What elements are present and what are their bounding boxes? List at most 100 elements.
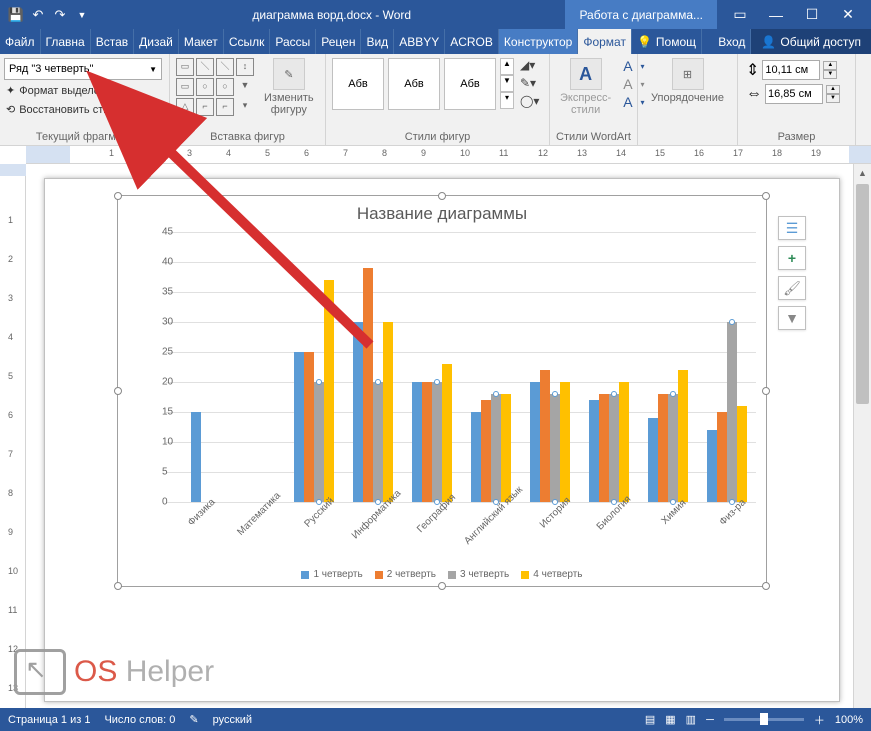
scroll-up-icon[interactable]: ▲ <box>854 164 871 182</box>
login-button[interactable]: Вход <box>713 29 751 54</box>
chart-filter-icon[interactable]: ▼ <box>778 306 806 330</box>
gallery-down-icon[interactable]: ▼ <box>500 75 514 92</box>
scroll-thumb[interactable] <box>856 184 869 404</box>
word-count[interactable]: Число слов: 0 <box>104 714 175 726</box>
horizontal-ruler[interactable]: 12345678910111213141516171819 <box>26 146 871 164</box>
resize-handle[interactable] <box>762 192 770 200</box>
resize-handle[interactable] <box>114 192 122 200</box>
share-icon: 👤 <box>761 35 776 49</box>
tab-format[interactable]: Формат <box>578 29 632 54</box>
format-icon: ✦ <box>6 84 15 97</box>
tell-me[interactable]: 💡Помощ <box>632 29 702 54</box>
selection-combo[interactable]: Ряд "3 четверть"▼ <box>4 58 162 80</box>
reset-style-button[interactable]: ⟲Восстановить стиль <box>4 101 162 118</box>
qat-menu-icon[interactable]: ▼ <box>74 7 90 23</box>
zoom-in-icon[interactable]: ＋ <box>814 712 825 728</box>
width-icon: ⇔ <box>746 85 762 103</box>
share-button[interactable]: 👤Общий доступ <box>751 29 871 54</box>
web-layout-icon[interactable]: ▥ <box>686 713 696 726</box>
minimize-icon[interactable]: — <box>759 0 793 29</box>
group-label-shapes: Вставка фигур <box>174 129 321 145</box>
watermark: OS Helper <box>14 649 214 695</box>
zoom-out-icon[interactable]: ─ <box>706 714 714 726</box>
cursor-icon <box>14 649 66 695</box>
tab-insert[interactable]: Встав <box>91 29 134 54</box>
page-indicator[interactable]: Страница 1 из 1 <box>8 714 90 726</box>
tab-constructor[interactable]: Конструктор <box>499 29 578 54</box>
resize-handle[interactable] <box>114 582 122 590</box>
chart-styles-icon[interactable]: 🖌 <box>778 276 806 300</box>
resize-handle[interactable] <box>438 192 446 200</box>
chart-plot-area[interactable]: 051015202530354045ФизикаМатематикаРусски… <box>148 232 756 502</box>
tab-design[interactable]: Дизай <box>134 29 179 54</box>
save-icon[interactable]: 💾 <box>8 7 24 23</box>
style-preset-3[interactable]: Абв <box>444 58 496 110</box>
shape-gallery[interactable]: ▭＼＼↕ ▭○○▼ △⌐⌐▾ <box>176 58 254 116</box>
document-title: диаграмма ворд.docx - Word <box>98 8 565 22</box>
arrange-button[interactable]: ⊞ Упорядочение <box>645 56 730 106</box>
zoom-slider[interactable] <box>724 718 804 721</box>
read-mode-icon[interactable]: ▤ <box>645 713 655 726</box>
group-label-wordart: Стили WordArt <box>554 129 633 145</box>
language-indicator[interactable]: русский <box>213 714 252 726</box>
tab-review[interactable]: Рецен <box>316 29 361 54</box>
shape-effects-icon[interactable]: ◯▾ <box>520 94 539 108</box>
redo-icon[interactable]: ↷ <box>52 7 68 23</box>
group-label-size: Размер <box>742 129 851 145</box>
maximize-icon[interactable]: ☐ <box>795 0 829 29</box>
chart-layout-icon[interactable]: ☰ <box>778 216 806 240</box>
shape-fill-icon[interactable]: ◢▾ <box>520 58 539 72</box>
tab-abbyy[interactable]: ABBYY <box>394 29 445 54</box>
ribbon-tabs: Файл Главна Встав Дизай Макет Ссылк Расс… <box>0 29 871 54</box>
resize-handle[interactable] <box>438 582 446 590</box>
gallery-up-icon[interactable]: ▲ <box>500 58 514 75</box>
proofing-icon[interactable]: ✎ <box>189 713 198 726</box>
quick-styles-button[interactable]: A Экспресс-стили <box>554 56 617 118</box>
chart-tools-tab-header: Работа с диаграмма... <box>565 0 717 29</box>
style-preset-1[interactable]: Абв <box>332 58 384 110</box>
tab-file[interactable]: Файл <box>0 29 41 54</box>
arrange-icon: ⊞ <box>672 58 704 90</box>
page: Название диаграммы 051015202530354045Физ… <box>44 178 840 702</box>
change-shape-button[interactable]: ✎ Изменитьфигуру <box>258 56 320 118</box>
print-layout-icon[interactable]: ▦ <box>665 713 675 726</box>
status-bar: Страница 1 из 1 Число слов: 0 ✎ русский … <box>0 708 871 731</box>
group-label-selection: Текущий фрагмент <box>4 129 165 145</box>
tab-references[interactable]: Ссылк <box>224 29 271 54</box>
tab-layout[interactable]: Макет <box>179 29 224 54</box>
undo-icon[interactable]: ↶ <box>30 7 46 23</box>
close-icon[interactable]: ✕ <box>831 0 865 29</box>
gallery-more-icon[interactable]: ▾ <box>500 92 514 109</box>
title-bar: 💾 ↶ ↷ ▼ диаграмма ворд.docx - Word Работ… <box>0 0 871 29</box>
vertical-scrollbar[interactable]: ▲ <box>853 164 871 708</box>
ribbon: Ряд "3 четверть"▼ ✦Формат выделенного ⟲В… <box>0 54 871 146</box>
resize-handle[interactable] <box>762 387 770 395</box>
chart-object[interactable]: Название диаграммы 051015202530354045Физ… <box>117 195 767 587</box>
chevron-down-icon: ▼ <box>149 65 157 74</box>
resize-handle[interactable] <box>762 582 770 590</box>
shape-style-gallery[interactable]: Абв Абв Абв <box>332 58 496 110</box>
bulb-icon: 💡 <box>637 35 652 49</box>
reset-icon: ⟲ <box>6 103 15 116</box>
change-shape-icon: ✎ <box>273 58 305 90</box>
tab-acrobat[interactable]: ACROB <box>445 29 499 54</box>
height-icon: ⇕ <box>746 60 759 80</box>
zoom-level[interactable]: 100% <box>835 714 863 726</box>
group-label-styles: Стили фигур <box>330 129 545 145</box>
vertical-ruler[interactable]: 12345678910111213 <box>0 164 26 708</box>
chart-legend[interactable]: 1 четверть2 четверть3 четверть4 четверть <box>118 569 766 580</box>
tab-mailings[interactable]: Рассы <box>270 29 316 54</box>
height-input[interactable]: ⇕▲▼ <box>746 60 840 80</box>
tab-view[interactable]: Вид <box>361 29 394 54</box>
document-area[interactable]: Название диаграммы 051015202530354045Физ… <box>26 164 853 708</box>
resize-handle[interactable] <box>114 387 122 395</box>
ribbon-options-icon[interactable]: ▭ <box>723 0 757 29</box>
shape-outline-icon[interactable]: ✎▾ <box>520 76 539 90</box>
format-selection-button[interactable]: ✦Формат выделенного <box>4 82 162 99</box>
chart-title[interactable]: Название диаграммы <box>118 196 766 228</box>
style-preset-2[interactable]: Абв <box>388 58 440 110</box>
chart-add-element-icon[interactable]: + <box>778 246 806 270</box>
width-input[interactable]: ⇔▲▼ <box>746 84 840 104</box>
tab-home[interactable]: Главна <box>41 29 91 54</box>
wordart-A-icon: A <box>570 58 602 90</box>
